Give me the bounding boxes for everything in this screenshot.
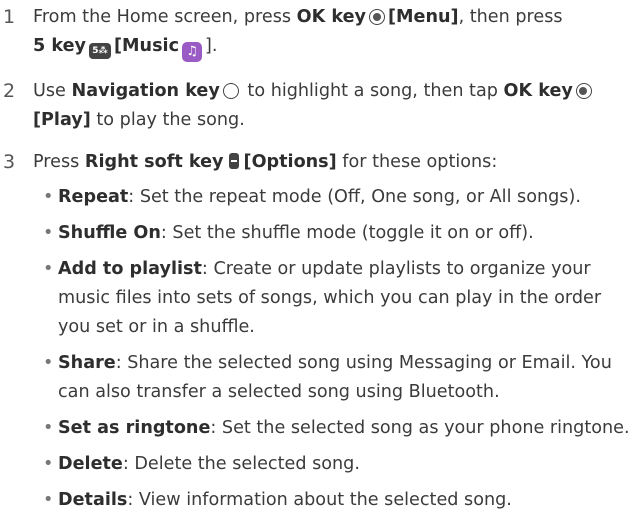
option-term: Set as ringtone (58, 418, 211, 438)
option-term: Details (58, 490, 128, 510)
key-name: 5 key (33, 36, 86, 56)
bullet-icon: • (43, 418, 54, 438)
five-key-icon: 5⁂ (89, 43, 111, 59)
option-desc: : Set the shuffle mode (toggle it on or … (160, 223, 534, 243)
list-item: • Repeat: Set the repeat mode (Off, One s… (43, 183, 638, 212)
bullet-icon: • (43, 454, 54, 474)
key-name: OK key (296, 7, 366, 27)
bullet-icon: • (43, 187, 54, 207)
option-term: Add to playlist (58, 259, 202, 279)
text: From the Home screen, press (33, 7, 297, 27)
list-item: • Set as ringtone: Set the selected song … (43, 414, 638, 443)
music-label: [Music (114, 36, 180, 56)
options-label: [Options] (243, 152, 337, 172)
text: for these options: (336, 152, 498, 172)
bullet-icon: • (43, 259, 54, 279)
options-list: • Repeat: Set the repeat mode (Off, One s… (43, 183, 638, 522)
step-text: From the Home screen, press OK key [Menu]… (33, 3, 638, 62)
play-label: [Play] (33, 110, 91, 130)
menu-label: [Menu] (388, 7, 459, 27)
list-item: • Share: Share the selected song using Me… (43, 349, 638, 407)
text: to play the song. (90, 110, 245, 130)
text: to highlight a song, then tap (241, 81, 504, 101)
ok-key-icon (575, 83, 592, 99)
bullet-icon: • (43, 223, 54, 243)
option-desc: : View information about the selected so… (127, 490, 512, 510)
music-app-icon: ♫ (182, 42, 203, 62)
key-name: OK key (503, 81, 573, 101)
key-name: Navigation key (71, 81, 220, 101)
right-soft-key-icon (228, 153, 239, 169)
navigation-key-icon (222, 83, 239, 99)
step-number: 3 (3, 151, 16, 173)
option-term: Shuffle On (58, 223, 161, 243)
option-desc: : Delete the selected song. (122, 454, 360, 474)
step-number: 1 (3, 6, 16, 28)
step-number: 2 (3, 80, 16, 102)
option-term: Share (58, 353, 116, 373)
list-item: • Shuffle On: Set the shuffle mode (toggl… (43, 219, 638, 248)
key-name: Right soft key (84, 152, 224, 172)
bullet-icon: • (43, 353, 54, 373)
option-desc: : Set the selected song as your phone ri… (210, 418, 630, 438)
list-item: • Delete: Delete the selected song. (43, 450, 638, 479)
list-item: • Add to playlist: Create or update playl… (43, 255, 638, 342)
text: , then press (458, 7, 563, 27)
text: Use (33, 81, 72, 101)
list-item: • Details: View information about the sel… (43, 486, 638, 515)
step-text: Press Right soft key [Options] for these … (33, 148, 638, 177)
text: Press (33, 152, 85, 172)
ok-key-icon (369, 9, 385, 25)
step-text: Use Navigation key to highlight a song, … (33, 77, 638, 135)
option-desc: : Share the selected song using Messagin… (58, 353, 612, 402)
option-desc: : Set the repeat mode (Off, One song, or… (128, 187, 581, 207)
text: ]. (205, 36, 218, 56)
bullet-icon: • (43, 490, 54, 510)
option-term: Repeat (58, 187, 129, 207)
option-term: Delete (58, 454, 123, 474)
